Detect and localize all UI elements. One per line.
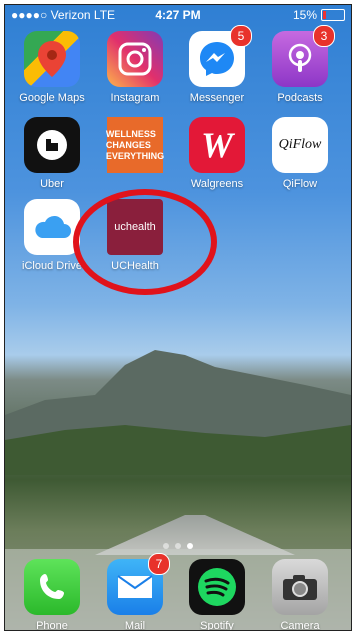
app-wellness[interactable]: WELLNESS CHANGES EVERYTHING [95, 117, 175, 178]
app-walgreens[interactable]: W Walgreens [177, 117, 257, 190]
app-label: Camera [280, 620, 320, 631]
app-google-maps[interactable]: Google Maps [12, 31, 92, 104]
wellness-icon: WELLNESS CHANGES EVERYTHING [105, 117, 165, 173]
notification-badge: 3 [313, 25, 335, 47]
dock: Phone 7 Mail Spotify Camera [5, 549, 351, 630]
app-label: Spotify [200, 620, 234, 631]
messenger-icon: 5 [189, 25, 252, 87]
app-label: UCHealth [111, 260, 159, 272]
mountain-scenery [5, 350, 351, 475]
instagram-icon [107, 31, 163, 87]
uchealth-icon: uchealth [107, 199, 163, 255]
uchealth-logo-text: uchealth [114, 221, 156, 233]
app-messenger[interactable]: 5 Messenger [177, 25, 257, 104]
app-label: Uber [40, 178, 64, 190]
notification-badge: 5 [230, 25, 252, 47]
app-label: Walgreens [190, 178, 244, 190]
battery-area: 15% [293, 8, 345, 22]
icloud-drive-icon [24, 199, 80, 255]
app-label: Mail [124, 620, 146, 631]
app-icloud-drive[interactable]: iCloud Drive [12, 199, 92, 272]
dock-app-phone[interactable]: Phone [12, 559, 92, 631]
battery-percentage: 15% [292, 8, 317, 22]
app-podcasts[interactable]: 3 Podcasts [260, 25, 340, 104]
app-uchealth[interactable]: uchealth UCHealth [95, 199, 175, 272]
app-label: QiFlow [282, 178, 318, 190]
uber-icon [24, 117, 80, 173]
phone-icon [24, 559, 80, 615]
google-maps-icon [24, 31, 80, 87]
dock-app-spotify[interactable]: Spotify [177, 559, 257, 631]
qiflow-logo-text: QiFlow [278, 137, 322, 152]
app-uber[interactable]: Uber [12, 117, 92, 190]
app-label: Messenger [189, 92, 245, 104]
dock-app-camera[interactable]: Camera [260, 559, 340, 631]
podcasts-icon: 3 [272, 25, 335, 87]
app-label: Phone [36, 620, 68, 631]
dock-app-mail[interactable]: 7 Mail [95, 553, 175, 631]
battery-icon [321, 9, 345, 21]
spotify-icon [189, 559, 245, 615]
camera-icon [272, 559, 328, 615]
wellness-icon-text: WELLNESS CHANGES EVERYTHING [105, 128, 165, 161]
app-qiflow[interactable]: QiFlow QiFlow [260, 117, 340, 190]
home-screen: ●●●●○ Verizon LTE 4:27 PM 15% Google Map… [4, 4, 352, 631]
app-label: Instagram [110, 92, 160, 104]
status-bar: ●●●●○ Verizon LTE 4:27 PM 15% [5, 5, 351, 25]
app-label: iCloud Drive [22, 260, 82, 272]
notification-badge: 7 [148, 553, 170, 575]
app-instagram[interactable]: Instagram [95, 31, 175, 104]
app-label: Google Maps [19, 92, 85, 104]
walgreens-icon: W [189, 117, 245, 173]
qiflow-icon: QiFlow [272, 117, 328, 173]
mail-icon: 7 [107, 553, 170, 615]
app-label: Podcasts [277, 92, 323, 104]
walgreens-logo-text: W [200, 125, 233, 165]
